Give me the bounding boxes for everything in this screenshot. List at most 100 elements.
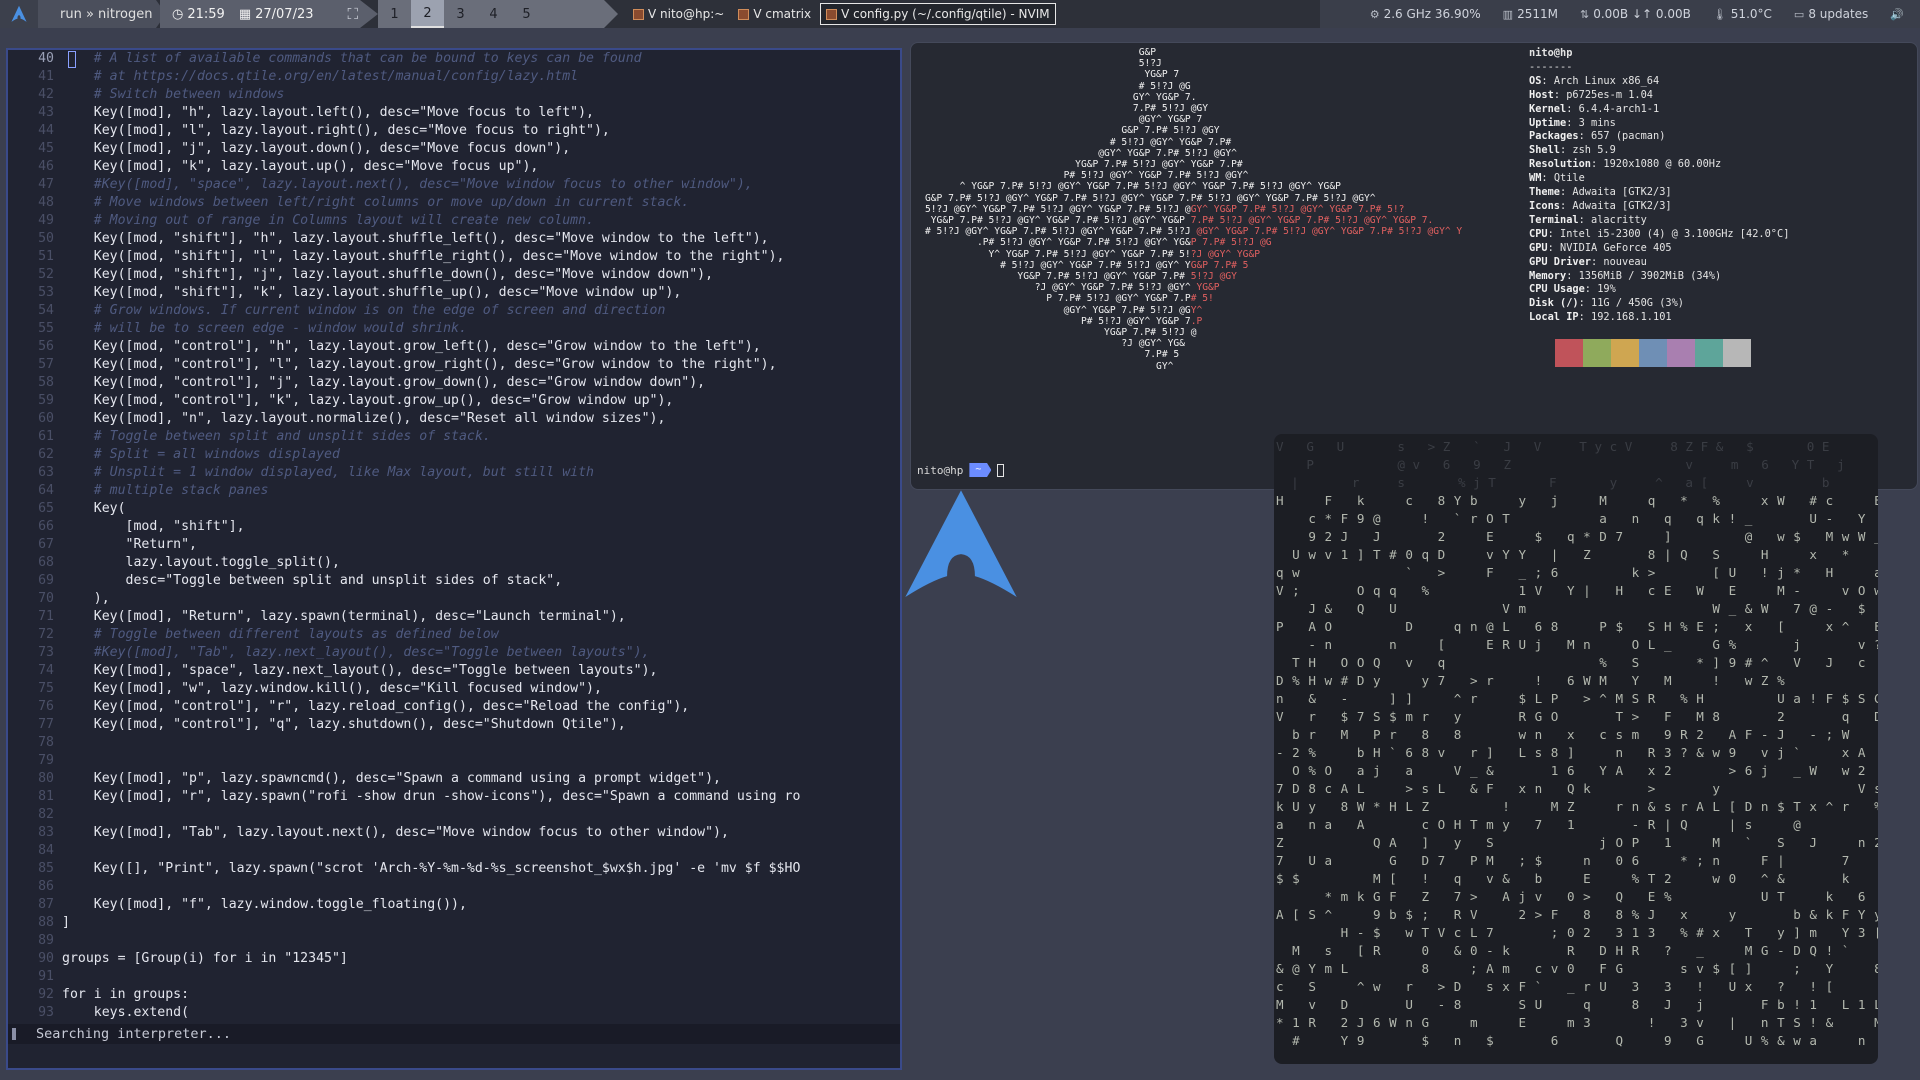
line-number: 50 (38, 231, 54, 246)
code-line[interactable]: 83 Key([mod], "Tab", lazy.layout.next(),… (8, 824, 900, 842)
code-line[interactable]: 81 Key([mod], "r", lazy.spawn("rofi -sho… (8, 788, 900, 806)
line-number: 90 (38, 951, 54, 966)
code-line[interactable]: 84 (8, 842, 900, 860)
line-number: 60 (38, 411, 54, 426)
code-line[interactable]: 86 (8, 878, 900, 896)
code-line[interactable]: 58 Key([mod, "control"], "j", lazy.layou… (8, 374, 900, 392)
code-line[interactable]: 66 [mod, "shift"], (8, 518, 900, 536)
code-line[interactable]: 40 # A list of available commands that c… (8, 50, 900, 68)
code-line[interactable]: 92 for i in groups: (8, 986, 900, 1004)
line-number: 83 (38, 825, 54, 840)
code-line[interactable]: 59 Key([mod, "control"], "k", lazy.layou… (8, 392, 900, 410)
group-2[interactable]: 2 (411, 0, 444, 28)
code-line[interactable]: 85 Key([], "Print", lazy.spawn("scrot 'A… (8, 860, 900, 878)
code-line[interactable]: 60 Key([mod], "n", lazy.layout.normalize… (8, 410, 900, 428)
code-line[interactable]: 54 # Grow windows. If current window is … (8, 302, 900, 320)
volume-widget[interactable]: 🔊 (1890, 8, 1904, 21)
info-row: CPU Usage: 19% (1529, 283, 1616, 296)
line-number: 80 (38, 771, 54, 786)
code-line[interactable]: 48 # Move windows between left/right col… (8, 194, 900, 212)
code-line[interactable]: 68 lazy.layout.toggle_split(), (8, 554, 900, 572)
code-line[interactable]: 76 Key([mod, "control"], "r", lazy.reloa… (8, 698, 900, 716)
updates-icon: ▭ (1793, 7, 1805, 21)
group-3[interactable]: 3 (444, 0, 477, 28)
code-line[interactable]: 73 #Key([mod], "Tab", lazy.next_layout()… (8, 644, 900, 662)
code-line[interactable]: 77 Key([mod, "control"], "q", lazy.shutd… (8, 716, 900, 734)
code-line[interactable]: 64 # multiple stack panes (8, 482, 900, 500)
nvim-window[interactable]: 40 # A list of available commands that c… (6, 48, 902, 1070)
line-text: #Key([mod], "Tab", lazy.next_layout(), d… (62, 645, 650, 660)
group-5[interactable]: 5 (510, 0, 543, 28)
line-text: # Toggle between split and unsplit sides… (62, 429, 491, 444)
info-value: 1920x1080 @ 60.00Hz (1603, 158, 1722, 171)
info-row: Terminal: alacritty (1529, 213, 1647, 226)
code-line[interactable]: 49 # Moving out of range in Columns layo… (8, 212, 900, 230)
code-line[interactable]: 90 groups = [Group(i) for i in "12345"] (8, 950, 900, 968)
code-line[interactable]: 79 (8, 752, 900, 770)
code-line[interactable]: 56 Key([mod, "control"], "h", lazy.layou… (8, 338, 900, 356)
task-item[interactable]: V cmatrix (733, 4, 816, 24)
line-number: 48 (38, 195, 54, 210)
line-number: 82 (38, 807, 54, 822)
code-line[interactable]: 50 Key([mod, "shift"], "h", lazy.layout.… (8, 230, 900, 248)
code-line[interactable]: 41 # at https://docs.qtile.org/en/latest… (8, 68, 900, 86)
updates-widget[interactable]: ▭ 8 updates (1794, 7, 1868, 21)
code-line[interactable]: 43 Key([mod], "h", lazy.layout.left(), d… (8, 104, 900, 122)
line-text: Key([mod], "j", lazy.layout.down(), desc… (62, 141, 571, 156)
line-text: Key([], "Print", lazy.spawn("scrot 'Arch… (62, 861, 801, 876)
code-line[interactable]: 51 Key([mod, "shift"], "l", lazy.layout.… (8, 248, 900, 266)
code-line[interactable]: 67 "Return", (8, 536, 900, 554)
line-number: 46 (38, 159, 54, 174)
info-value: 3 mins (1578, 116, 1616, 129)
line-number: 53 (38, 285, 54, 300)
code-line[interactable]: 65 Key( (8, 500, 900, 518)
text-cursor (997, 463, 1005, 477)
code-line[interactable]: 71 Key([mod], "Return", lazy.spawn(termi… (8, 608, 900, 626)
group-box: 12345 (378, 0, 604, 28)
code-line[interactable]: 44 Key([mod], "l", lazy.layout.right(), … (8, 122, 900, 140)
task-item[interactable]: V nito@hp:~ (628, 4, 729, 24)
code-line[interactable]: 74 Key([mod], "space", lazy.next_layout(… (8, 662, 900, 680)
line-text: # will be to screen edge - window would … (62, 321, 467, 336)
info-key: CPU (1529, 227, 1548, 240)
code-line[interactable]: 46 Key([mod], "k", lazy.layout.up(), des… (8, 158, 900, 176)
task-item[interactable]: V config.py (~/.config/qtile) - NVIM (820, 3, 1056, 25)
prompt-widget[interactable]: run » nitrogen (38, 0, 156, 28)
info-key: Terminal (1529, 213, 1579, 226)
code-line[interactable]: 69 desc="Toggle between split and unspli… (8, 572, 900, 590)
code-line[interactable]: 82 (8, 806, 900, 824)
calendar-icon: ▦ (238, 6, 252, 22)
code-line[interactable]: 57 Key([mod, "control"], "l", lazy.layou… (8, 356, 900, 374)
code-line[interactable]: 61 # Toggle between split and unsplit si… (8, 428, 900, 446)
code-buffer[interactable]: 40 # A list of available commands that c… (8, 50, 900, 1025)
code-line[interactable]: 63 # Unsplit = 1 window displayed, like … (8, 464, 900, 482)
line-number: 78 (38, 735, 54, 750)
code-line[interactable]: 47 #Key([mod], "space", lazy.layout.next… (8, 176, 900, 194)
terminal-window[interactable]: G&P 5!?J YG&P 7 # 5!?J @G GY^ YG&P 7. 7.… (910, 42, 1918, 490)
info-value: NVIDIA GeForce 405 (1560, 241, 1672, 254)
code-line[interactable]: 87 Key([mod], "f", lazy.window.toggle_fl… (8, 896, 900, 914)
code-line[interactable]: 72 # Toggle between different layouts as… (8, 626, 900, 644)
code-line[interactable]: 55 # will be to screen edge - window wou… (8, 320, 900, 338)
code-line[interactable]: 80 Key([mod], "p", lazy.spawncmd(), desc… (8, 770, 900, 788)
code-line[interactable]: 45 Key([mod], "j", lazy.layout.down(), d… (8, 140, 900, 158)
code-line[interactable]: 53 Key([mod, "shift"], "k", lazy.layout.… (8, 284, 900, 302)
line-text: # Toggle between different layouts as de… (62, 627, 499, 642)
code-line[interactable]: 75 Key([mod], "w", lazy.window.kill(), d… (8, 680, 900, 698)
code-line[interactable]: 62 # Split = all windows displayed (8, 446, 900, 464)
group-1[interactable]: 1 (378, 0, 411, 28)
code-line[interactable]: 52 Key([mod, "shift"], "j", lazy.layout.… (8, 266, 900, 284)
code-line[interactable]: 88] (8, 914, 900, 932)
shell-prompt[interactable]: nito@hp ~ (917, 463, 1005, 477)
code-line[interactable]: 89 (8, 932, 900, 950)
info-key: Kernel (1529, 102, 1567, 115)
group-4[interactable]: 4 (477, 0, 510, 28)
code-line[interactable]: 42 # Switch between windows (8, 86, 900, 104)
cmatrix-window[interactable]: V G U s > Z ` J V T y c V 8 Z F & $ 0 E … (1274, 434, 1878, 1064)
layout-icon[interactable]: ⛶ (348, 5, 359, 23)
launcher-button[interactable] (0, 0, 38, 28)
code-line[interactable]: 93 keys.extend( (8, 1004, 900, 1022)
code-line[interactable]: 70 ), (8, 590, 900, 608)
code-line[interactable]: 78 (8, 734, 900, 752)
code-line[interactable]: 91 (8, 968, 900, 986)
